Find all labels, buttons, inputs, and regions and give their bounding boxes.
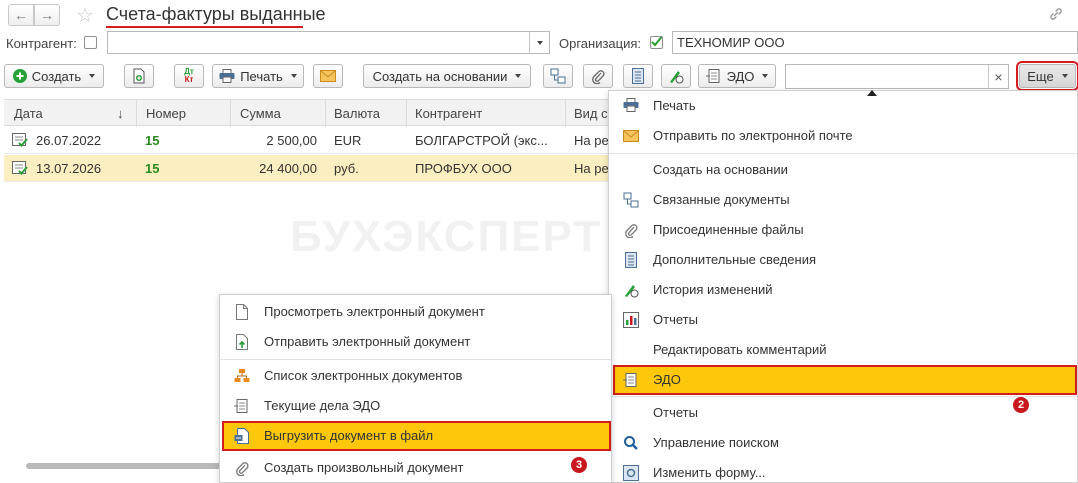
menu-item-edo[interactable]: ЭДО — [613, 365, 1077, 395]
send-document-icon — [236, 334, 248, 350]
counterparty-field[interactable] — [107, 31, 550, 54]
forward-button[interactable]: → — [34, 4, 60, 26]
back-button[interactable]: ← — [8, 4, 34, 26]
edo-button[interactable]: ЭДО — [698, 64, 776, 88]
doc-list-icon — [234, 369, 250, 382]
history-icon — [670, 71, 684, 84]
chevron-down-icon[interactable] — [529, 32, 549, 53]
edo-icon — [705, 69, 720, 83]
export-file-icon — [234, 428, 249, 444]
related-docs-button[interactable] — [543, 64, 573, 88]
form-icon — [623, 465, 639, 481]
column-header-number[interactable]: Номер — [146, 106, 186, 121]
attachments-button[interactable] — [583, 64, 613, 88]
menu-item-change-form[interactable]: Изменить форму... — [609, 458, 1077, 483]
checkmark-icon — [651, 36, 663, 47]
edo-icon — [623, 373, 637, 387]
column-header-currency[interactable]: Валюта — [334, 106, 380, 121]
dt-kt-button[interactable]: Дт Кт — [174, 64, 204, 88]
history-button[interactable] — [661, 64, 691, 88]
edo-tasks-icon — [234, 399, 248, 413]
details-icon — [632, 68, 644, 84]
column-header-amount[interactable]: Сумма — [240, 106, 281, 121]
back-arrow-icon: ← — [14, 7, 28, 23]
watermark: БУХЭКСПЕРТ — [290, 212, 603, 261]
create-button[interactable]: Создать — [4, 64, 104, 88]
printer-icon — [623, 98, 639, 112]
menu-item-reports[interactable]: Отчеты — [609, 305, 1077, 335]
horizontal-scrollbar[interactable] — [26, 463, 226, 469]
document-icon — [236, 304, 248, 320]
counterparty-checkbox[interactable] — [84, 36, 97, 49]
search-icon — [624, 436, 638, 450]
menu-item-edit-comment[interactable]: Редактировать комментарий — [609, 335, 1077, 365]
more-button[interactable]: Еще — [1016, 61, 1078, 91]
menu-item-attachments[interactable]: Присоединенные файлы — [609, 215, 1077, 245]
menu-item-reports-2[interactable]: Отчеты — [609, 398, 1077, 428]
annotation-badge-2: 2 — [1013, 397, 1029, 413]
posted-document-icon — [12, 133, 28, 147]
menu-item-create-based-on[interactable]: Создать на основании — [609, 155, 1077, 185]
menu-item-history[interactable]: История изменений — [609, 275, 1077, 305]
copy-document-button[interactable] — [124, 64, 154, 88]
more-menu: Печать Отправить по электронной почте Со… — [608, 90, 1078, 483]
menu-item-print[interactable]: Печать — [609, 91, 1077, 119]
print-button[interactable]: Печать — [212, 64, 304, 88]
column-header-kind[interactable]: Вид с — [574, 106, 608, 121]
organization-field[interactable]: ТЕХНОМИР ООО — [672, 31, 1078, 54]
submenu-item-view-edoc[interactable]: Просмотреть электронный документ — [220, 297, 611, 327]
details-icon — [625, 252, 637, 268]
table-row[interactable]: 13.07.2026 15 24 400,00 руб. ПРОФБУХ ООО… — [4, 155, 608, 182]
submenu-item-edoc-list[interactable]: Список электронных документов — [220, 361, 611, 391]
menu-item-search-settings[interactable]: Управление поиском — [609, 428, 1077, 458]
posted-document-icon — [12, 161, 28, 175]
envelope-icon — [320, 70, 336, 82]
table-header: Дата ↓ Номер Сумма Валюта Контрагент Вид… — [4, 99, 608, 127]
copy-document-icon — [133, 68, 145, 84]
menu-item-related-docs[interactable]: Связанные документы — [609, 185, 1077, 215]
favorite-star-icon[interactable]: ☆ — [76, 3, 94, 28]
organization-label: Организация: — [559, 36, 642, 51]
details-button[interactable] — [623, 64, 653, 88]
search-input[interactable]: × — [785, 64, 1009, 89]
email-button[interactable] — [313, 64, 343, 88]
annotation-badge-3: 3 — [571, 457, 587, 473]
page-title: Счета-фактуры выданные — [106, 4, 326, 24]
printer-icon — [219, 69, 235, 83]
related-docs-icon — [623, 192, 639, 208]
submenu-item-send-edoc[interactable]: Отправить электронный документ — [220, 327, 611, 357]
forward-arrow-icon: → — [40, 7, 54, 23]
title-underline — [106, 26, 303, 28]
column-header-counterparty[interactable]: Контрагент — [415, 106, 482, 121]
plus-circle-icon — [12, 69, 27, 83]
submenu-item-edo-tasks[interactable]: Текущие дела ЭДО — [220, 391, 611, 421]
link-icon[interactable] — [1048, 6, 1064, 25]
related-docs-icon — [550, 68, 566, 84]
paperclip-icon — [592, 70, 605, 84]
column-header-date[interactable]: Дата — [14, 106, 43, 121]
paperclip-icon — [625, 224, 638, 238]
clear-search-icon[interactable]: × — [988, 65, 1008, 88]
paperclip-icon — [236, 462, 249, 476]
organization-checkbox[interactable] — [650, 36, 663, 49]
history-icon — [625, 285, 639, 298]
menu-item-send-email[interactable]: Отправить по электронной почте — [609, 121, 1077, 151]
menu-item-details[interactable]: Дополнительные сведения — [609, 245, 1077, 275]
create-based-on-button[interactable]: Создать на основании — [363, 64, 531, 88]
envelope-icon — [623, 130, 639, 142]
submenu-item-create-custom-doc[interactable]: Создать произвольный документ — [220, 453, 611, 483]
sort-arrow-icon: ↓ — [117, 106, 124, 121]
counterparty-label: Контрагент: — [6, 36, 77, 51]
table-row[interactable]: 26.07.2022 15 2 500,00 EUR БОЛГАРСТРОЙ (… — [4, 127, 608, 154]
submenu-item-export-to-file[interactable]: Выгрузить документ в файл — [222, 421, 611, 451]
edo-submenu: Просмотреть электронный документ Отправи… — [219, 294, 612, 483]
reports-icon — [623, 312, 639, 328]
